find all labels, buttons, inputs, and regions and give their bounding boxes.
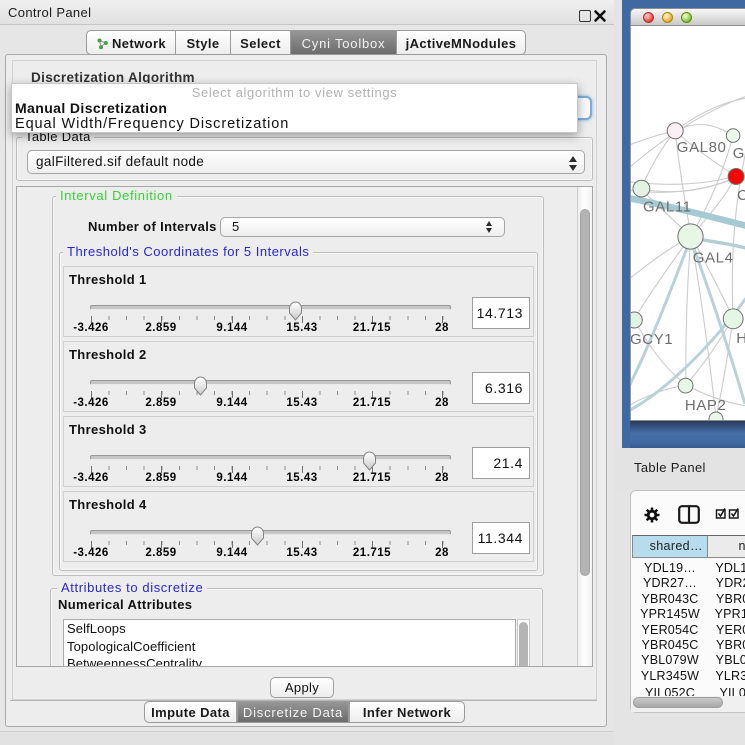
svg-text:HAP2: HAP2	[685, 397, 727, 414]
svg-text:GCY1: GCY1	[631, 331, 673, 348]
svg-text:HA: HA	[736, 330, 745, 347]
svg-text:GAL4: GAL4	[693, 250, 734, 267]
svg-text:GAL11: GAL11	[643, 199, 692, 216]
svg-text:GAL80: GAL80	[677, 139, 727, 156]
svg-text:GA: GA	[733, 145, 745, 162]
svg-text:CD: CD	[737, 187, 745, 204]
